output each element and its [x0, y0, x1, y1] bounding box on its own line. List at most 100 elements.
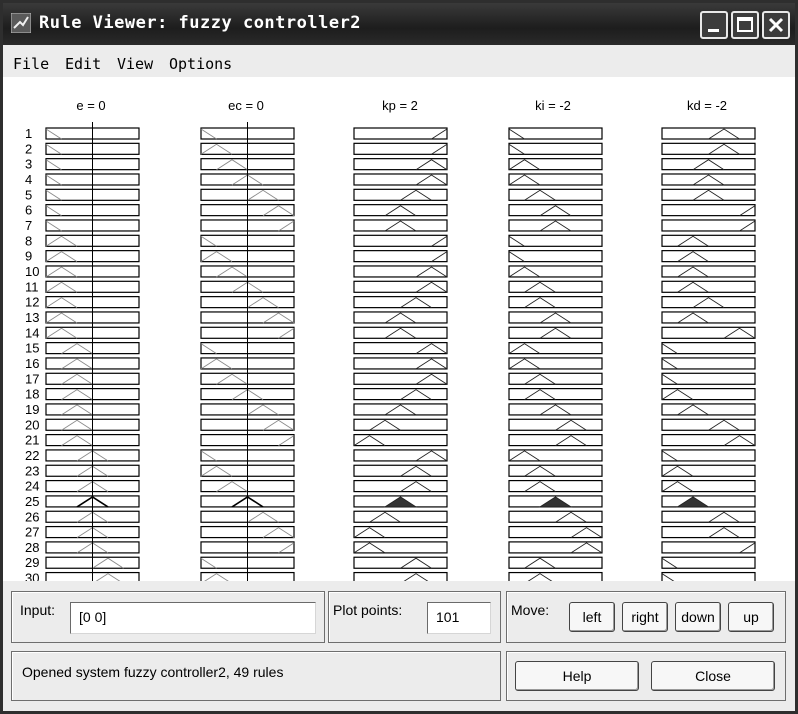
minimize-icon [708, 29, 719, 32]
rule-cell[interactable] [353, 571, 448, 581]
rule-cell[interactable] [508, 250, 603, 263]
rule-cell[interactable] [353, 127, 448, 140]
rule-cell[interactable] [353, 479, 448, 493]
rule-number: 23 [25, 463, 39, 478]
rule-cell[interactable] [661, 525, 756, 539]
rule-cell[interactable] [661, 296, 756, 309]
rule-cell[interactable] [353, 204, 448, 217]
rule-cell[interactable] [661, 357, 756, 370]
rule-cell[interactable] [508, 280, 603, 293]
rule-plot-area[interactable]: e = 0 ec = 0 kp = 2 ki = -2 kd = -2 1 2 3 4 5 6 7 8 9… [3, 77, 795, 581]
rule-cell[interactable] [353, 219, 448, 232]
rule-cell[interactable] [661, 219, 756, 232]
menu-view[interactable]: View [117, 55, 153, 73]
rule-cell[interactable] [508, 127, 603, 140]
move-up-button[interactable]: up [728, 602, 774, 632]
rule-cell[interactable] [661, 556, 756, 569]
rule-cell[interactable] [661, 403, 756, 416]
rule-cell[interactable] [661, 495, 756, 508]
rule-cell[interactable] [353, 311, 448, 324]
rule-cell[interactable] [508, 479, 603, 493]
rule-cell[interactable] [508, 188, 603, 201]
rule-cell[interactable] [353, 556, 448, 569]
rule-cell[interactable] [353, 188, 448, 201]
rule-cell[interactable] [508, 571, 603, 581]
rule-cell[interactable] [661, 127, 756, 140]
rule-cell[interactable] [661, 204, 756, 217]
rule-cell[interactable] [353, 250, 448, 263]
menu-bar: File Edit View Options [3, 47, 795, 77]
rule-cell[interactable] [353, 142, 448, 155]
rule-cell[interactable] [353, 464, 448, 477]
rule-cell[interactable] [661, 418, 756, 431]
rule-cell[interactable] [661, 188, 756, 201]
rule-number: 25 [25, 494, 39, 509]
rule-cell[interactable] [661, 265, 756, 278]
rule-cell[interactable] [508, 464, 603, 477]
rule-number: 29 [25, 555, 39, 570]
rule-cell[interactable] [353, 510, 448, 523]
rule-cell[interactable] [508, 434, 603, 447]
rule-number: 6 [25, 203, 32, 218]
rule-number: 9 [25, 249, 32, 264]
rule-cell[interactable] [353, 234, 448, 247]
rule-cell[interactable] [661, 311, 756, 324]
rule-cell[interactable] [661, 173, 756, 186]
rule-membership-grid[interactable]: e = 0 ec = 0 kp = 2 ki = -2 kd = -2123456789… [3, 77, 795, 581]
rule-number: 4 [25, 172, 32, 187]
rule-cell[interactable] [508, 403, 603, 416]
rule-number: 2 [25, 141, 32, 156]
move-left-button[interactable]: left [569, 602, 615, 632]
rule-cell[interactable] [661, 541, 756, 554]
rule-cell[interactable] [661, 158, 756, 171]
help-button[interactable]: Help [515, 661, 639, 691]
rule-number: 16 [25, 356, 39, 371]
rule-cell[interactable] [508, 311, 603, 324]
rule-cell[interactable] [661, 342, 756, 355]
input-field[interactable]: [0 0] [70, 602, 316, 634]
rule-cell[interactable] [508, 326, 603, 339]
rule-cell[interactable] [661, 280, 756, 293]
rule-cell[interactable] [508, 372, 603, 385]
rule-cell[interactable] [508, 510, 603, 523]
rule-number: 19 [25, 402, 39, 417]
rule-cell[interactable] [508, 142, 603, 155]
rule-number: 14 [25, 325, 39, 340]
close-window-button[interactable] [762, 11, 790, 39]
rule-cell[interactable] [661, 510, 756, 523]
title-bar[interactable]: Rule Viewer: fuzzy controller2 [3, 3, 795, 45]
rule-cell[interactable] [661, 372, 756, 385]
rule-cell[interactable] [353, 388, 448, 401]
rule-cell[interactable] [661, 142, 756, 155]
maximize-button[interactable] [731, 11, 759, 39]
rule-cell[interactable] [508, 219, 603, 232]
rule-cell[interactable] [661, 449, 756, 462]
rule-cell[interactable] [508, 234, 603, 247]
close-button[interactable]: Close [651, 661, 775, 691]
menu-file[interactable]: File [13, 55, 49, 73]
rule-cell[interactable] [353, 418, 448, 431]
move-down-button[interactable]: down [675, 602, 721, 632]
rule-cell[interactable] [353, 296, 448, 309]
rule-cell[interactable] [508, 418, 603, 431]
rule-cell[interactable] [661, 250, 756, 263]
rule-cell[interactable] [508, 388, 603, 401]
rule-cell[interactable] [508, 556, 603, 569]
plot-points-field[interactable]: 101 [427, 602, 491, 634]
input-label: Input: [20, 602, 56, 618]
rule-number: 27 [25, 525, 39, 540]
rule-cell[interactable] [661, 571, 756, 581]
menu-edit[interactable]: Edit [65, 55, 101, 73]
rule-cell[interactable] [353, 326, 448, 339]
rule-number: 5 [25, 187, 32, 202]
rule-viewer-window: Rule Viewer: fuzzy controller2 File Edit… [0, 0, 798, 714]
rule-cell[interactable] [353, 403, 448, 416]
rule-number: 11 [25, 279, 39, 294]
move-right-button[interactable]: right [622, 602, 668, 632]
rule-cell[interactable] [508, 296, 603, 309]
variable-label-ec: ec = 0 [228, 98, 264, 113]
menu-options[interactable]: Options [169, 55, 232, 73]
rule-cell[interactable] [661, 234, 756, 247]
rule-cell[interactable] [508, 204, 603, 217]
minimize-button[interactable] [700, 11, 728, 39]
